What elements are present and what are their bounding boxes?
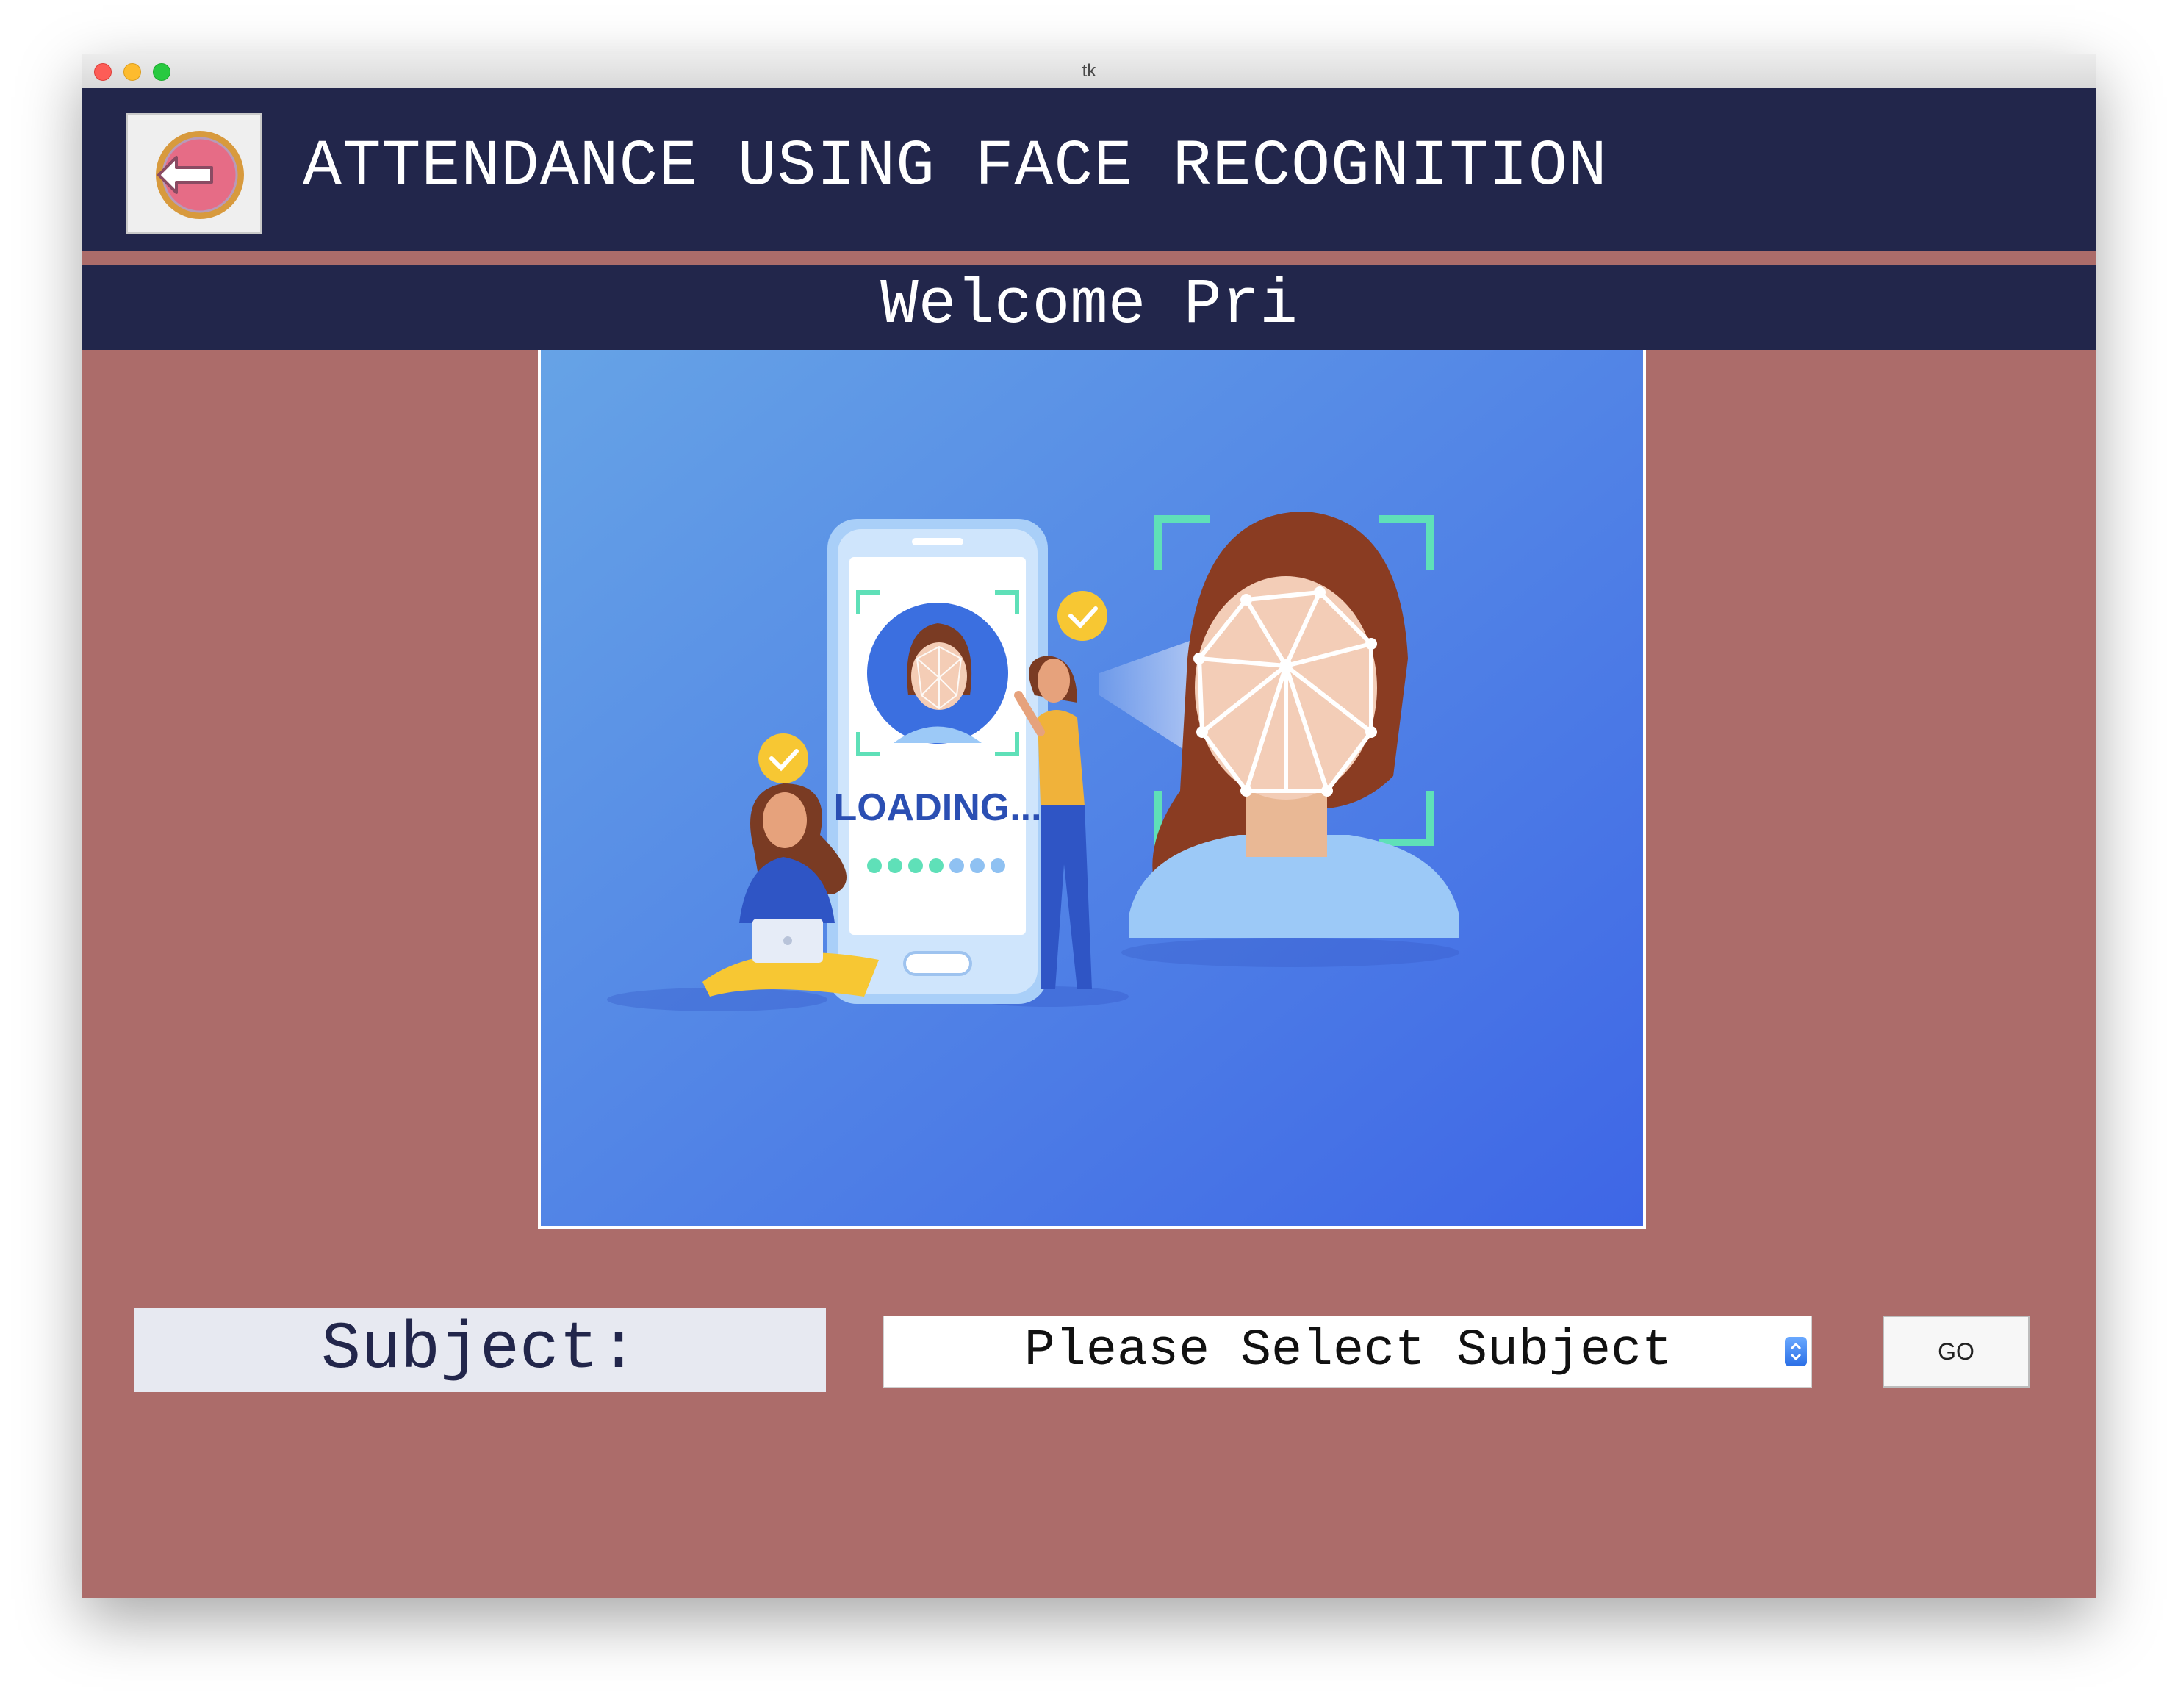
title-bar: tk — [82, 54, 2096, 89]
illustration-graphic: LOADING... — [541, 350, 1643, 1226]
window-title: tk — [1082, 61, 1096, 81]
check-badge-icon — [758, 733, 808, 783]
app-window: tk ATTENDANCE USING FACE RECOGNITION Wel… — [82, 54, 2096, 1598]
logout-button[interactable] — [126, 113, 262, 234]
subject-select[interactable]: Please Select Subject — [883, 1316, 1812, 1388]
app-header: ATTENDANCE USING FACE RECOGNITION — [82, 88, 2096, 251]
logout-arrow-icon — [156, 131, 244, 219]
welcome-text: Welcome Pri — [880, 269, 1298, 341]
subject-select-value: Please Select Subject — [1024, 1322, 1673, 1380]
select-arrows-icon — [1785, 1337, 1807, 1366]
subject-label: Subject: — [134, 1308, 826, 1392]
welcome-bar: Welcome Pri — [82, 265, 2096, 350]
phone-graphic: LOADING... — [827, 519, 1048, 1004]
face-recognition-illustration: LOADING... — [538, 350, 1646, 1229]
loading-text: LOADING... — [833, 786, 1041, 829]
app-title: ATTENDANCE USING FACE RECOGNITION — [303, 131, 1608, 204]
check-badge-icon — [1057, 591, 1107, 641]
header-divider — [82, 251, 2096, 265]
go-button[interactable]: GO — [1883, 1316, 2030, 1388]
